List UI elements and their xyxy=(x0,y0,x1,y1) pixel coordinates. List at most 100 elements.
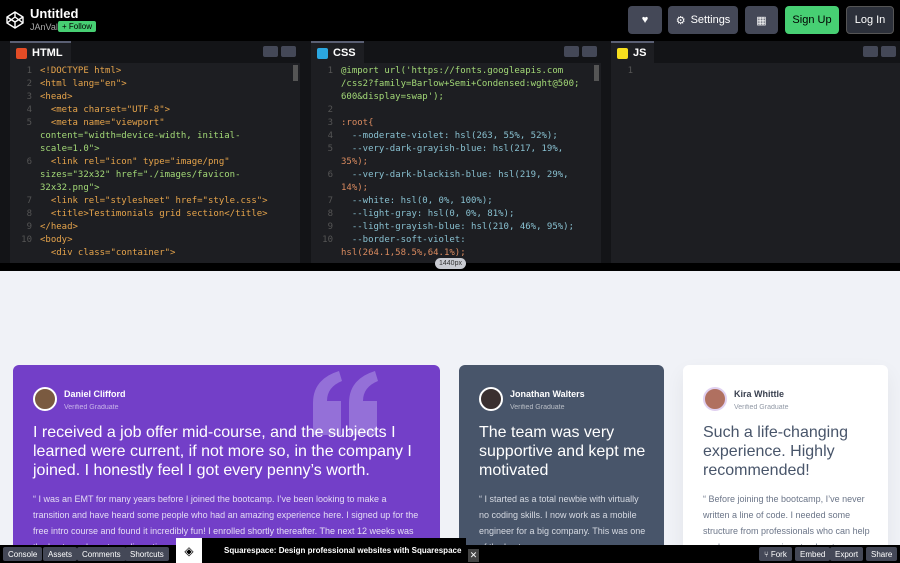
code-line[interactable]: /css2?family=Barlow+Semi+Condensed:wght@… xyxy=(341,78,591,91)
testimonial-role: Verified Graduate xyxy=(64,404,119,411)
html-scrollbar[interactable] xyxy=(293,65,298,81)
line-number: 4 xyxy=(327,131,333,141)
pen-title[interactable]: Untitled xyxy=(30,6,78,21)
code-line[interactable]: --very-dark-grayish-blue: hsl(217, 19%, xyxy=(341,143,591,156)
code-line[interactable]: --moderate-violet: hsl(263, 55%, 52%); xyxy=(341,130,591,143)
share-button[interactable]: Share xyxy=(866,547,898,561)
js-tab[interactable]: JS xyxy=(611,41,655,63)
codepen-logo-icon[interactable] xyxy=(5,10,25,30)
like-button[interactable]: ♥ xyxy=(628,6,662,34)
code-line[interactable]: <title>Testimonials grid section</title> xyxy=(40,208,290,221)
testimonial-name: Jonathan Walters xyxy=(510,389,585,399)
code-line[interactable]: @import url('https://fonts.googleapis.co… xyxy=(341,65,591,78)
line-number: 1 xyxy=(627,66,633,76)
code-line[interactable]: <body> xyxy=(40,234,290,247)
testimonial-name: Daniel Clifford xyxy=(64,389,126,399)
line-number: 1 xyxy=(26,66,32,76)
signup-button[interactable]: Sign Up xyxy=(785,6,839,34)
ad-banner[interactable]: ◈ Squarespace: Design professional websi… xyxy=(176,538,466,563)
ad-text[interactable]: Squarespace: Design professional website… xyxy=(224,546,461,555)
js-editor[interactable]: JS 1 xyxy=(611,41,900,263)
html-collapse-button[interactable] xyxy=(281,46,296,57)
css-collapse-button[interactable] xyxy=(582,46,597,57)
html-editor[interactable]: HTML 1 <!DOCTYPE html> 2 <html lang="en"> 3 <… xyxy=(10,41,300,263)
css-icon xyxy=(317,47,328,59)
js-icon xyxy=(617,47,628,59)
testimonial-card-kira: Kira Whittle Verified Graduate Such a li… xyxy=(683,365,888,545)
code-line[interactable]: </head> xyxy=(40,221,290,234)
css-editor[interactable]: CSS 1 @import url('https://fonts.googleap… xyxy=(311,41,601,263)
code-line[interactable]: 600&display=swap'); xyxy=(341,91,591,104)
code-line[interactable]: 14%); xyxy=(341,182,591,195)
fork-label: Fork xyxy=(770,549,787,559)
html-tab[interactable]: HTML xyxy=(10,41,71,63)
code-line[interactable]: :root{ xyxy=(341,117,591,130)
viewport-width-label: 1440px xyxy=(435,258,466,269)
code-line[interactable]: scale=1.0"> xyxy=(40,143,290,156)
code-line[interactable]: --very-dark-blackish-blue: hsl(219, 29%, xyxy=(341,169,591,182)
testimonial-role: Verified Graduate xyxy=(734,404,789,411)
line-number: 2 xyxy=(26,79,32,89)
html-tab-label: HTML xyxy=(32,47,63,59)
code-line[interactable]: <meta name="viewport" xyxy=(40,117,290,130)
code-line[interactable]: <link rel="icon" type="image/png" xyxy=(40,156,290,169)
login-button[interactable]: Log In xyxy=(846,6,894,34)
code-line[interactable]: --light-gray: hsl(0, 0%, 81%); xyxy=(341,208,591,221)
preview-pane: Daniel Clifford Verified Graduate I rece… xyxy=(0,271,900,545)
css-code[interactable]: 1 @import url('https://fonts.googleapis.c… xyxy=(311,65,601,263)
author-name[interactable]: JAnVal xyxy=(30,22,58,32)
js-settings-button[interactable] xyxy=(863,46,878,57)
line-number: 7 xyxy=(327,196,333,206)
html-settings-button[interactable] xyxy=(263,46,278,57)
shortcuts-button[interactable]: Shortcuts xyxy=(125,547,169,561)
code-line[interactable]: 32x32.png"> xyxy=(40,182,290,195)
top-bar: Untitled JAnVal + Follow ♥ ⚙ Settings ▦ … xyxy=(0,0,900,41)
settings-button[interactable]: ⚙ Settings xyxy=(668,6,738,34)
console-button[interactable]: Console xyxy=(3,547,43,561)
settings-label: Settings xyxy=(690,14,731,26)
close-ad-button[interactable]: ✕ xyxy=(468,549,479,562)
line-number: 6 xyxy=(327,170,333,180)
follow-button[interactable]: + Follow xyxy=(58,21,97,32)
code-line[interactable]: sizes="32x32" href="./images/favicon- xyxy=(40,169,290,182)
code-line[interactable]: <link rel="stylesheet" href="style.css"> xyxy=(40,195,290,208)
line-number: 10 xyxy=(322,235,333,245)
testimonial-body: “ I was an EMT for many years before I j… xyxy=(33,494,419,545)
code-line[interactable]: hsl(264.1,58.5%,64.1%); xyxy=(341,247,591,260)
line-number: 8 xyxy=(327,209,333,219)
embed-button[interactable]: Embed xyxy=(795,547,831,561)
layout-icon: ▦ xyxy=(756,14,767,27)
comments-button[interactable]: Comments xyxy=(77,547,126,561)
testimonial-card-jonathan: Jonathan Walters Verified Graduate The t… xyxy=(459,365,664,545)
testimonial-quote: I received a job offer mid-course, and t… xyxy=(33,424,412,479)
testimonial-role: Verified Graduate xyxy=(510,404,565,411)
testimonial-body: “ I started as a total newbie with virtu… xyxy=(479,494,646,545)
line-number: 3 xyxy=(327,118,333,128)
fork-button[interactable]: ⑂ Fork xyxy=(759,547,792,561)
code-line[interactable]: --light-grayish-blue: hsl(210, 46%, 95%)… xyxy=(341,221,591,234)
css-scrollbar[interactable] xyxy=(594,65,599,81)
assets-button[interactable]: Assets xyxy=(43,547,78,561)
code-line[interactable]: --border-soft-violet: xyxy=(341,234,591,247)
avatar xyxy=(33,387,57,411)
export-button[interactable]: Export xyxy=(830,547,864,561)
js-code[interactable]: 1 xyxy=(611,65,900,263)
avatar xyxy=(703,387,727,411)
code-line[interactable]: <head> xyxy=(40,91,290,104)
html-code[interactable]: 1 <!DOCTYPE html> 2 <html lang="en"> 3 <head>… xyxy=(10,65,300,263)
code-line[interactable]: <html lang="en"> xyxy=(40,78,290,91)
layout-button[interactable]: ▦ xyxy=(745,6,778,34)
avatar xyxy=(479,387,503,411)
line-number: 5 xyxy=(327,144,333,154)
css-tab[interactable]: CSS xyxy=(311,41,364,63)
code-line[interactable]: <!DOCTYPE html> xyxy=(40,65,290,78)
code-line[interactable]: <div class="container"> xyxy=(40,247,290,260)
line-number: 5 xyxy=(26,118,32,128)
code-line[interactable]: <meta charset="UTF-8"> xyxy=(40,104,290,117)
js-collapse-button[interactable] xyxy=(881,46,896,57)
code-line[interactable]: --white: hsl(0, 0%, 100%); xyxy=(341,195,591,208)
code-line[interactable]: 35%); xyxy=(341,156,591,169)
testimonial-quote: The team was very supportive and kept me… xyxy=(479,424,646,479)
code-line[interactable]: content="width=device-width, initial- xyxy=(40,130,290,143)
css-settings-button[interactable] xyxy=(564,46,579,57)
